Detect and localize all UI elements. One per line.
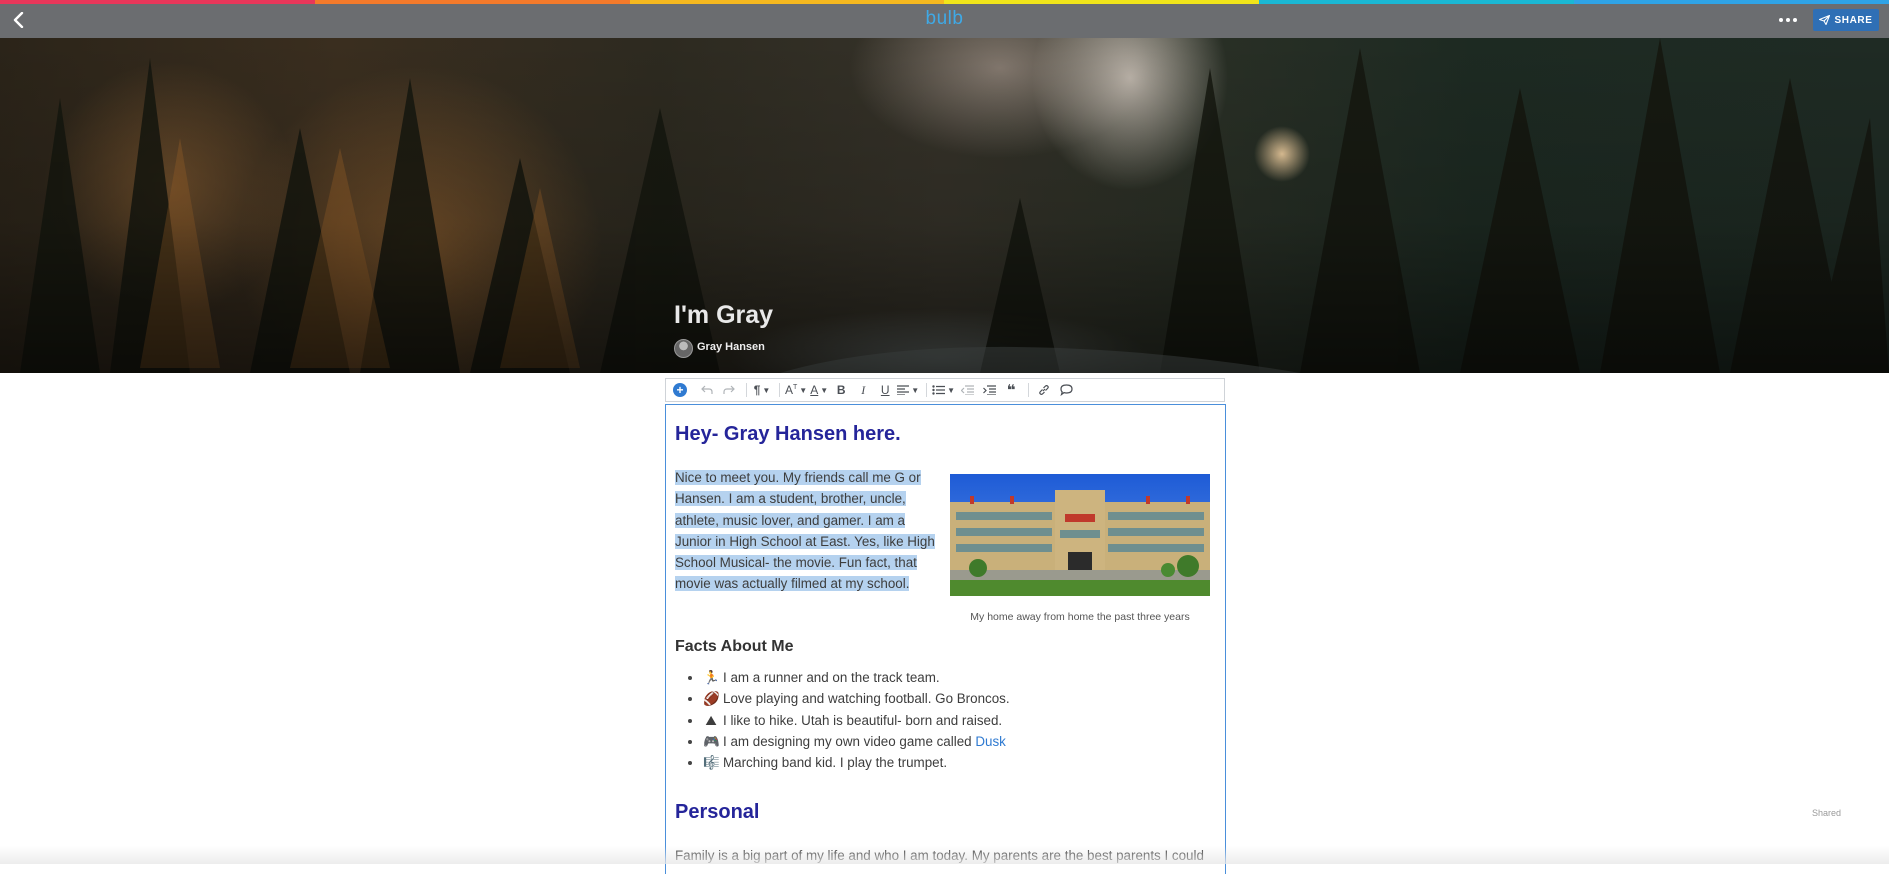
game-controller-icon: 🎮 [703,733,720,749]
italic-icon: I [861,382,866,397]
cover-image: I'm Gray Gray Hansen [0,38,1889,373]
list-item[interactable]: 🏃 I am a runner and on the track team. [688,667,1010,688]
undo-button[interactable] [697,379,717,401]
facts-heading: Facts About Me [675,638,794,655]
list-item-text: I am designing my own video game called [723,733,976,749]
bullet-list-icon [932,385,946,395]
school-photo[interactable] [950,474,1210,596]
list-item-text: Marching band kid. I play the trumpet. [723,755,948,771]
paragraph-format-button[interactable]: ¶ ▼ [752,379,772,401]
bold-button[interactable]: B [831,379,851,401]
photo-caption: My home away from home the past three ye… [970,611,1190,623]
intro-paragraph[interactable]: Nice to meet you. My friends call me G o… [675,467,935,595]
text-color-button[interactable]: A ▼ [809,379,829,401]
more-dot [1779,18,1783,22]
font-size-button[interactable]: AT ▼ [785,379,807,401]
runner-icon: 🏃 [703,670,720,685]
align-button[interactable]: ▼ [897,379,919,401]
top-bar: bulb SHARE [0,0,1889,38]
chevron-down-icon: ▼ [820,385,829,395]
editor-content-area[interactable]: Hey- Gray Hansen here. Nice to meet you.… [665,404,1226,874]
font-size-icon: AT [785,383,798,397]
toolbar-divider [746,383,747,397]
indent-button[interactable] [979,379,999,401]
paragraph-format-icon: ¶ [753,383,761,397]
chevron-down-icon: ▼ [762,385,771,395]
toolbar-divider [926,383,928,397]
editor-toolbar: + ¶ ▼ AT ▼ A ▼ B I U ▼ ▼ ❝ [665,378,1225,402]
redo-icon [723,385,735,394]
chevron-down-icon: ▼ [911,385,920,395]
quote-icon: ❝ [1006,382,1016,399]
bold-icon: B [836,383,846,397]
indent-icon [982,385,996,395]
stripe-segment [629,0,945,4]
music-score-icon: 🎼 [703,755,720,771]
author-name[interactable]: Gray Hansen [697,341,765,353]
dusk-link[interactable]: Dusk [975,734,1006,749]
list-item[interactable]: 🎼 Marching band kid. I play the trumpet. [688,752,1010,773]
chevron-down-icon: ▼ [799,385,808,395]
list-item-text: I like to hike. Utah is beautiful- born … [723,712,1003,728]
school-building-image [950,474,1210,596]
shared-status: Shared [1812,808,1842,818]
toolbar-divider [1028,383,1030,397]
align-left-icon [897,385,910,395]
football-icon: 🏈 [703,691,720,707]
outdent-icon [960,385,974,395]
add-block-button[interactable]: + [673,383,687,397]
list-button[interactable]: ▼ [932,379,955,401]
bulb-logo[interactable]: bulb [0,8,1889,30]
share-label: SHARE [1834,14,1873,26]
family-paragraph[interactable]: Family is a big part of my life and who … [675,848,1204,863]
stripe-segment [314,0,630,4]
more-dot [1793,18,1797,22]
cover-gradient-overlay [0,38,1889,373]
toolbar-divider [779,383,780,397]
underline-button[interactable]: U [875,379,895,401]
selected-text: Nice to meet you. My friends call me G o… [675,470,935,592]
more-options-button[interactable] [1775,10,1801,30]
share-button[interactable]: SHARE [1813,9,1879,31]
stripe-segment [0,0,315,4]
section-heading: Hey- Gray Hansen here. [675,423,901,445]
underline-icon: U [880,383,890,397]
list-item-text: I am a runner and on the track team. [723,670,940,685]
list-item[interactable]: 🎮 I am designing my own video game called… [688,731,1010,752]
more-dot [1786,18,1790,22]
link-icon [1039,385,1049,395]
list-item[interactable]: 🏈 Love playing and watching football. Go … [688,688,1010,709]
list-item[interactable]: ⛰ I like to hike. Utah is beautiful- born… [688,710,1010,731]
facts-list: 🏃 I am a runner and on the track team. 🏈 L… [688,667,1010,773]
undo-icon [701,385,713,394]
link-button[interactable] [1034,379,1054,401]
stripe-segment [1574,0,1889,4]
stripe-segment [944,0,1260,4]
outdent-button[interactable] [957,379,977,401]
text-color-icon: A [810,383,819,397]
quote-button[interactable]: ❝ [1001,379,1021,401]
mountain-icon: ⛰ [705,712,717,728]
post-title: I'm Gray [674,301,774,329]
italic-button[interactable]: I [853,379,873,401]
comment-button[interactable] [1056,379,1076,401]
author-avatar[interactable] [674,339,693,358]
chevron-down-icon: ▼ [947,385,956,395]
paper-plane-icon [1819,15,1831,25]
section-heading: Personal [675,801,760,823]
comment-icon [1059,384,1073,396]
rainbow-stripe [0,0,1889,4]
stripe-segment [1259,0,1575,4]
list-item-text: Love playing and watching football. Go B… [723,691,1010,707]
redo-button[interactable] [719,379,739,401]
